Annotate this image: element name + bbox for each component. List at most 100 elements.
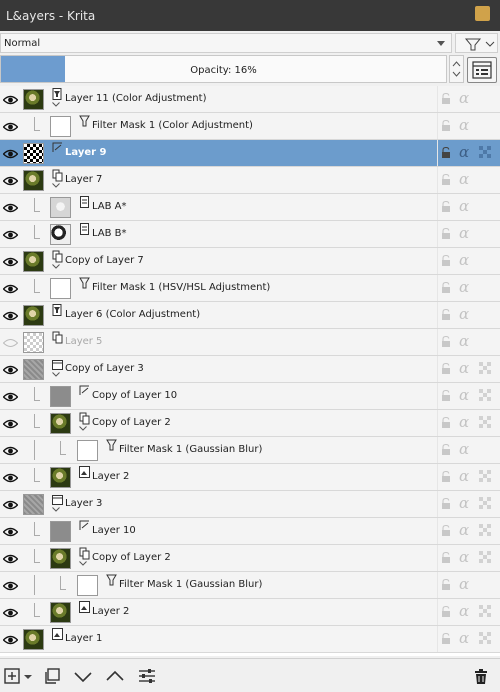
layer-row[interactable]: Layer 9 α: [0, 140, 500, 167]
lock-icon[interactable]: [441, 282, 451, 294]
expand-chevron-icon[interactable]: [79, 426, 87, 431]
lock-icon[interactable]: [441, 363, 451, 375]
layer-thumbnail[interactable]: [50, 386, 71, 407]
alpha-lock-icon[interactable]: α: [458, 252, 472, 268]
expand-chevron-icon[interactable]: [52, 102, 60, 107]
layer-row[interactable]: Layer 3 α: [0, 491, 500, 518]
layer-name[interactable]: Copy of Layer 2: [92, 417, 171, 428]
layer-name[interactable]: Layer 7: [65, 174, 102, 185]
layer-thumbnail[interactable]: [50, 602, 71, 623]
alpha-lock-icon[interactable]: α: [458, 171, 472, 187]
layer-thumbnail[interactable]: [23, 629, 44, 650]
lock-icon[interactable]: [441, 309, 451, 321]
layer-row[interactable]: Layer 2 α: [0, 464, 500, 491]
layer-row[interactable]: Copy of Layer 7 α: [0, 248, 500, 275]
alpha-lock-icon[interactable]: α: [458, 144, 472, 160]
layer-thumbnail[interactable]: [50, 521, 71, 542]
inherit-alpha-icon[interactable]: [479, 551, 493, 565]
inherit-alpha-icon[interactable]: [479, 632, 493, 646]
add-layer-button[interactable]: [3, 666, 23, 686]
layer-properties-button[interactable]: [137, 666, 157, 686]
layer-thumbnail[interactable]: [23, 359, 44, 380]
alpha-lock-icon[interactable]: α: [458, 603, 472, 619]
inherit-alpha-icon[interactable]: [479, 146, 493, 160]
layer-row[interactable]: Filter Mask 1 (HSV/HSL Adjustment) α: [0, 275, 500, 302]
eye-icon[interactable]: [3, 554, 18, 564]
lock-icon[interactable]: [441, 579, 451, 591]
layer-name[interactable]: Layer 1: [65, 633, 102, 644]
lock-icon[interactable]: [441, 417, 451, 429]
lock-icon[interactable]: [441, 93, 451, 105]
expand-chevron-icon[interactable]: [52, 507, 60, 512]
layer-row[interactable]: Layer 2 α: [0, 599, 500, 626]
add-layer-dropdown[interactable]: [22, 666, 34, 686]
lock-icon[interactable]: [441, 498, 451, 510]
lock-icon[interactable]: [441, 444, 451, 456]
layer-name[interactable]: Layer 5: [65, 336, 102, 347]
eye-icon[interactable]: [3, 95, 18, 105]
eye-icon[interactable]: [3, 257, 18, 267]
layer-row[interactable]: LAB A* α: [0, 194, 500, 221]
layer-name[interactable]: LAB A*: [92, 201, 127, 212]
layer-thumbnail[interactable]: [23, 251, 44, 272]
layer-name[interactable]: Layer 10: [92, 525, 136, 536]
eye-icon[interactable]: [3, 500, 18, 510]
alpha-lock-icon[interactable]: α: [458, 414, 472, 430]
eye-icon[interactable]: [3, 446, 18, 456]
layer-row[interactable]: Copy of Layer 2 α: [0, 410, 500, 437]
filter-button[interactable]: [455, 33, 498, 53]
layer-thumbnail[interactable]: [50, 116, 71, 137]
layer-thumbnail[interactable]: [23, 143, 44, 164]
layer-name[interactable]: Layer 11 (Color Adjustment): [65, 93, 206, 104]
layer-name[interactable]: Copy of Layer 10: [92, 390, 177, 401]
lock-icon[interactable]: [441, 633, 451, 645]
eye-icon[interactable]: [3, 122, 18, 132]
expand-chevron-icon[interactable]: [52, 264, 60, 269]
alpha-lock-icon[interactable]: α: [458, 576, 472, 592]
lock-icon[interactable]: [441, 336, 451, 348]
eye-hidden-icon[interactable]: [3, 338, 18, 348]
inherit-alpha-icon[interactable]: [479, 416, 493, 430]
alpha-lock-icon[interactable]: α: [458, 441, 472, 457]
eye-icon[interactable]: [3, 527, 18, 537]
layer-row[interactable]: Filter Mask 1 (Gaussian Blur) α: [0, 437, 500, 464]
layer-list[interactable]: Layer 11 (Color Adjustment) α Filter Mask …: [0, 86, 500, 656]
layer-thumbnail[interactable]: [50, 548, 71, 569]
layer-name[interactable]: LAB B*: [92, 228, 127, 239]
lock-icon[interactable]: [441, 471, 451, 483]
eye-icon[interactable]: [3, 203, 18, 213]
layer-thumbnail[interactable]: [23, 170, 44, 191]
inherit-alpha-icon[interactable]: [479, 389, 493, 403]
duplicate-layer-button[interactable]: [42, 666, 62, 686]
layer-thumbnail[interactable]: [50, 467, 71, 488]
layer-row[interactable]: Layer 7 α: [0, 167, 500, 194]
delete-layer-button[interactable]: [471, 666, 491, 686]
layer-name[interactable]: Layer 2: [92, 471, 129, 482]
layer-name[interactable]: Copy of Layer 7: [65, 255, 144, 266]
eye-icon[interactable]: [3, 149, 18, 159]
lock-icon[interactable]: [441, 390, 451, 402]
eye-icon[interactable]: [3, 608, 18, 618]
alpha-lock-icon[interactable]: α: [458, 387, 472, 403]
layer-thumbnail[interactable]: [23, 332, 44, 353]
move-layer-down-button[interactable]: [73, 666, 93, 686]
alpha-lock-icon[interactable]: α: [458, 333, 472, 349]
expand-chevron-icon[interactable]: [52, 183, 60, 188]
layer-row[interactable]: Filter Mask 1 (Gaussian Blur) α: [0, 572, 500, 599]
layer-row[interactable]: Layer 6 (Color Adjustment) α: [0, 302, 500, 329]
layer-thumbnail[interactable]: [50, 224, 71, 245]
layer-thumbnail[interactable]: [50, 413, 71, 434]
layer-name[interactable]: Filter Mask 1 (HSV/HSL Adjustment): [92, 282, 270, 293]
eye-icon[interactable]: [3, 176, 18, 186]
opacity-spinbox[interactable]: [449, 55, 464, 83]
layer-thumbnail[interactable]: [77, 575, 98, 596]
eye-icon[interactable]: [3, 419, 18, 429]
eye-icon[interactable]: [3, 311, 18, 321]
inherit-alpha-icon[interactable]: [479, 362, 493, 376]
eye-icon[interactable]: [3, 365, 18, 375]
move-layer-up-button[interactable]: [105, 666, 125, 686]
layer-row[interactable]: Layer 11 (Color Adjustment) α: [0, 86, 500, 113]
expand-chevron-icon[interactable]: [52, 372, 60, 377]
eye-icon[interactable]: [3, 635, 18, 645]
lock-icon[interactable]: [441, 606, 451, 618]
